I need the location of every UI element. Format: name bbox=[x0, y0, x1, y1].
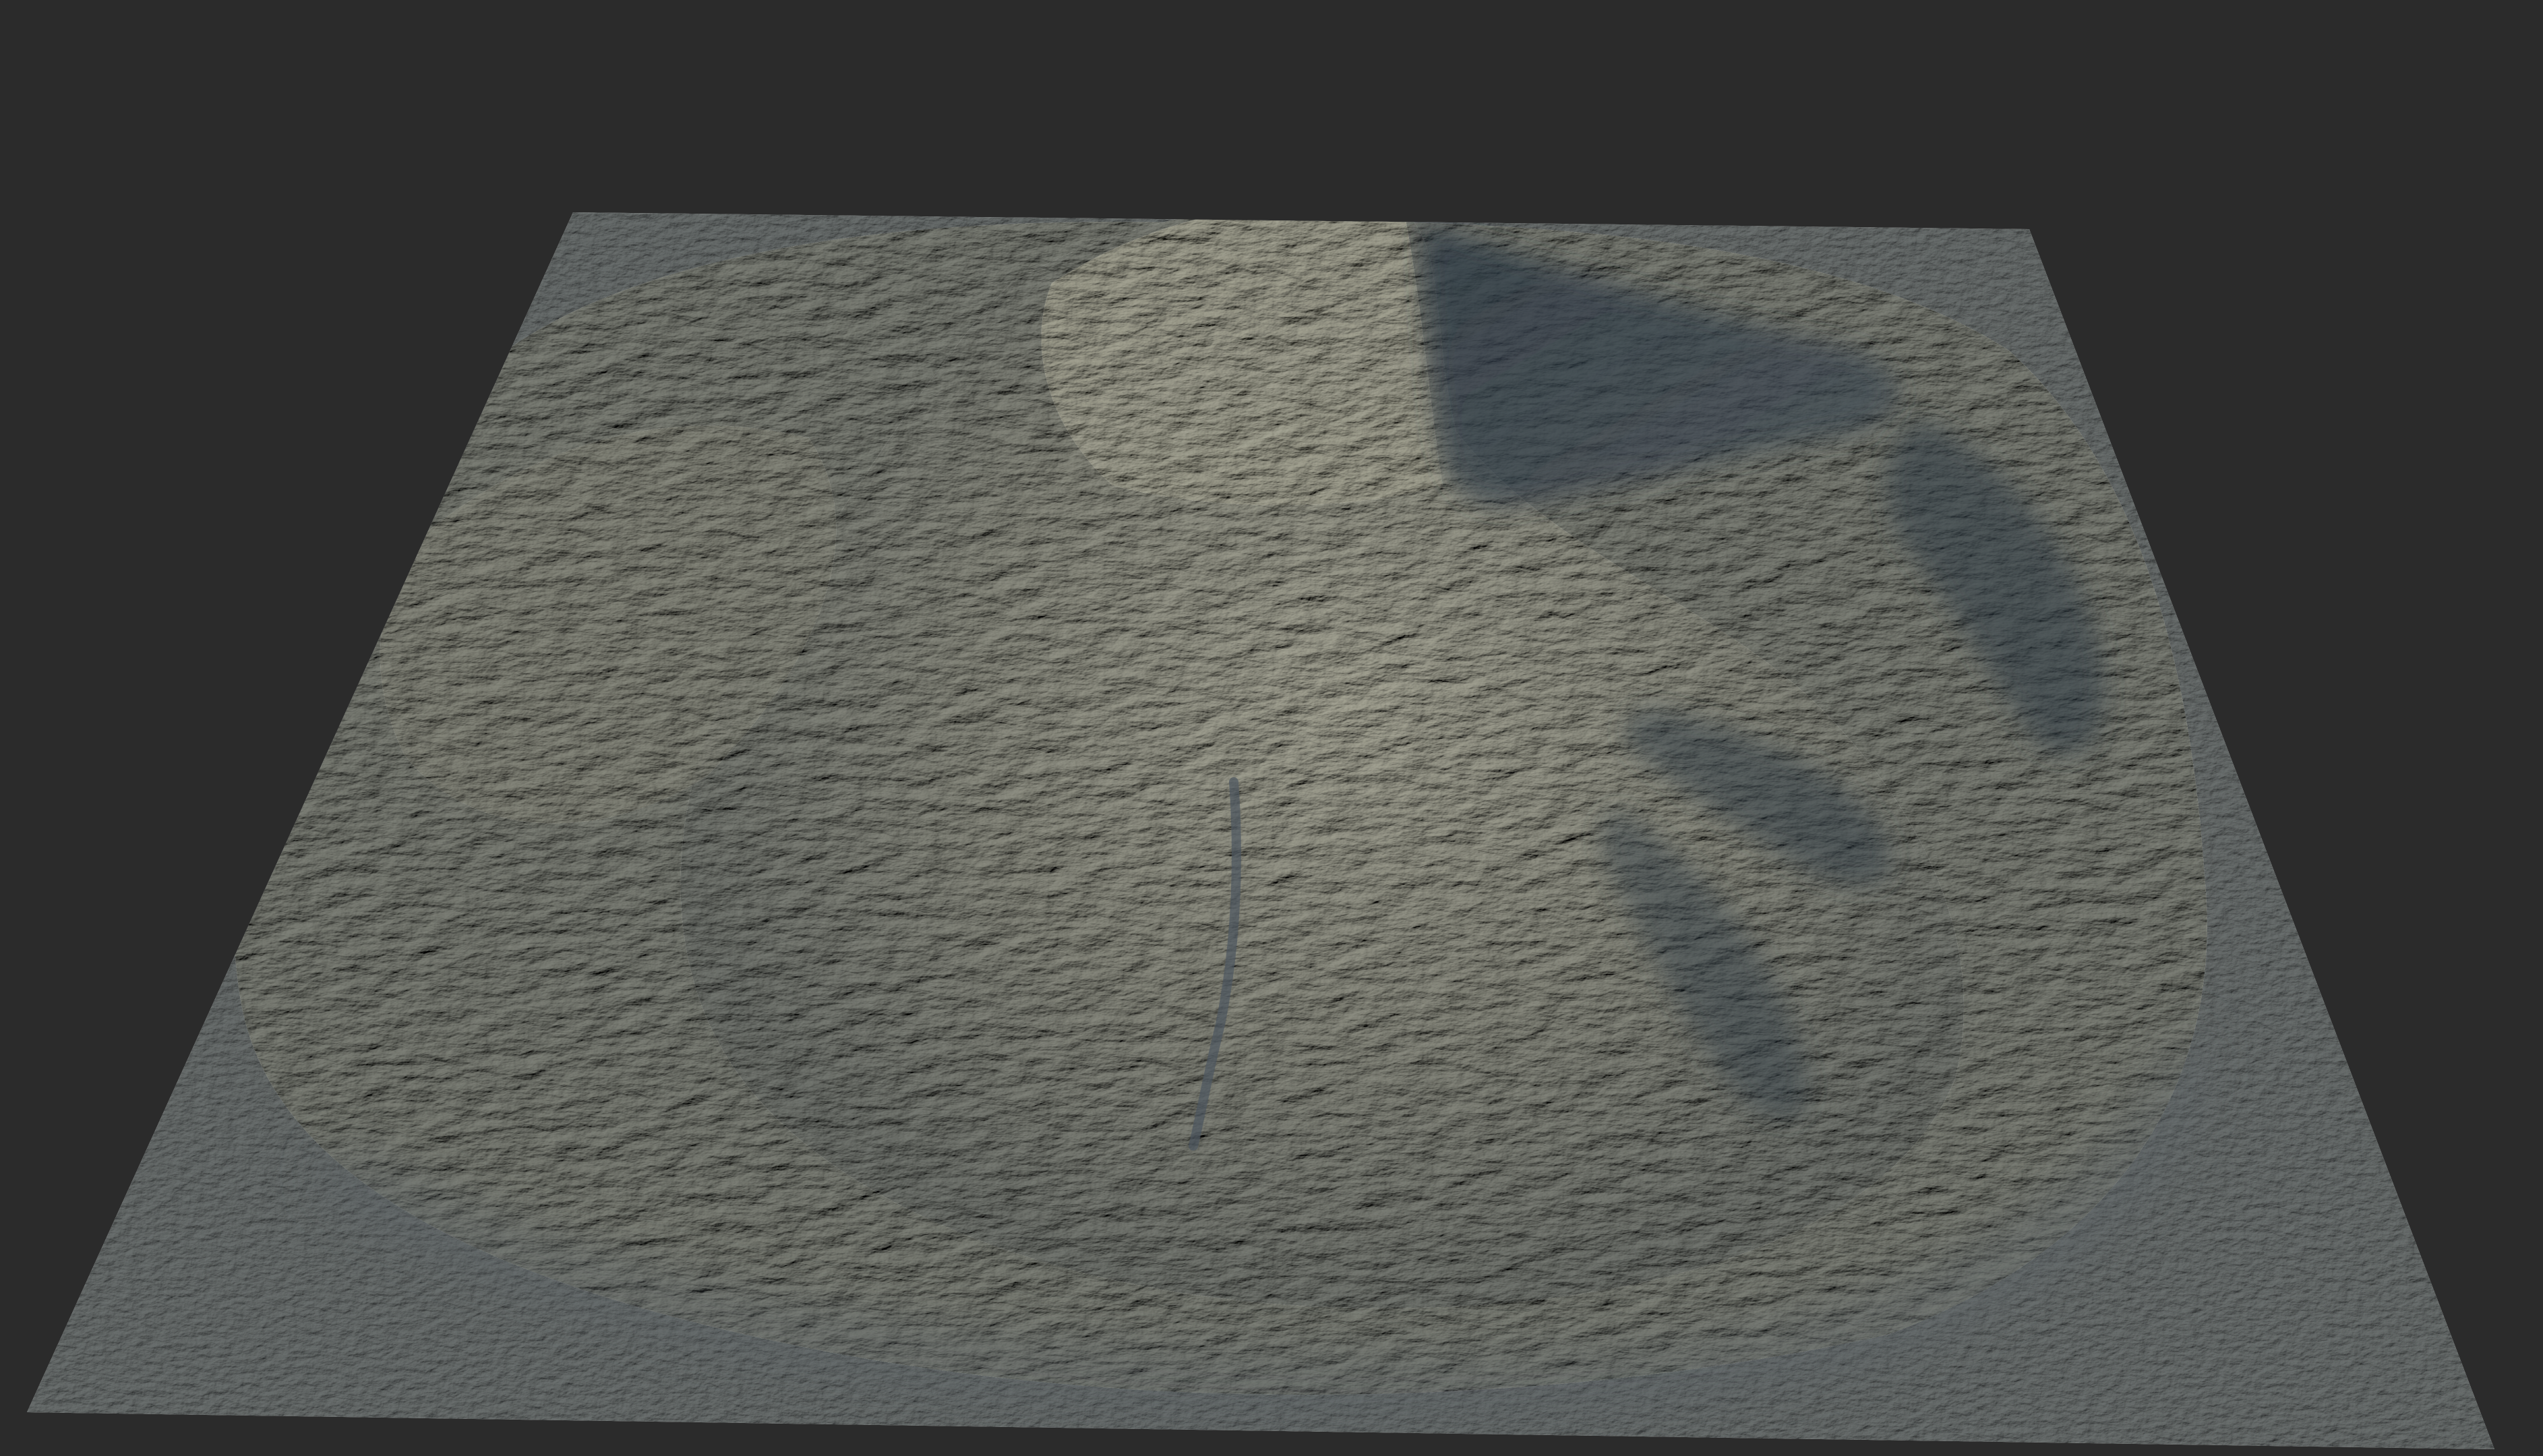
3d-viewport[interactable] bbox=[0, 0, 2543, 1456]
terrain-render[interactable] bbox=[0, 0, 2543, 1456]
